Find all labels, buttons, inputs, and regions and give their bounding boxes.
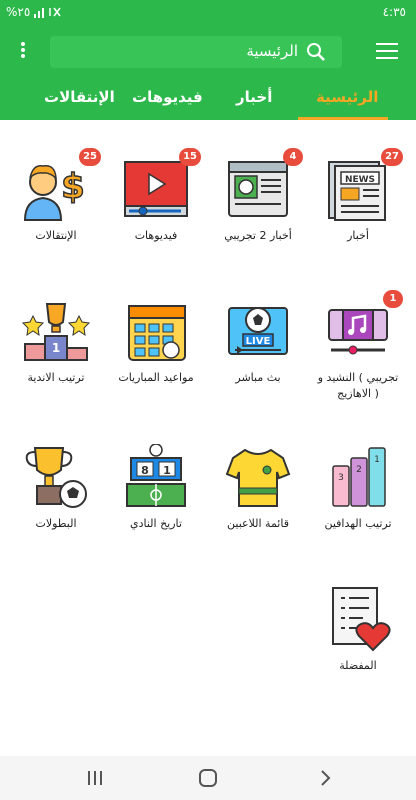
player-money-icon: $ 25 [21,148,101,222]
grid-item-favorites[interactable]: المفضلة [308,586,408,674]
hamburger-menu-icon[interactable] [376,43,398,59]
trophies-label: البطولات [35,517,77,530]
status-time: ٤:٣٥ [382,5,406,19]
videos-badge: 15 [179,148,201,166]
grid-item-live[interactable]: LIVE بث مباشر [208,298,308,386]
svg-text:1: 1 [52,341,60,355]
home-icon[interactable] [193,766,223,790]
search-label: الرئيسية [246,42,298,60]
svg-text:$: $ [61,167,85,207]
live-label: بث مباشر [235,371,281,384]
svg-text:2: 2 [356,465,362,475]
search-bar[interactable]: الرئيسية [50,36,342,68]
calendar-icon [121,298,191,364]
search-icon[interactable] [306,42,326,62]
shirts-ranking-icon: 3 2 1 [323,444,393,510]
transfers-badge: 25 [79,148,101,166]
overflow-menu-icon[interactable] [14,40,32,64]
music-player-icon: 1 [323,290,403,364]
tab-indicator [298,117,388,120]
news-2-label: أخبار 2 تجريبي [224,229,292,242]
video-player-icon: 15 [121,148,201,222]
grid-item-scorers[interactable]: 3 2 1 ترتيب الهدافين [308,444,408,532]
svg-text:LIVE: LIVE [246,336,271,347]
scorers-label: ترتيب الهدافين [324,517,392,530]
tab-news[interactable]: أخبار [236,88,272,106]
podium-icon: 1 [21,298,91,364]
back-icon[interactable] [310,766,340,790]
grid-item-trophies[interactable]: البطولات [6,444,106,532]
battery-text: %٢٥ [6,5,31,19]
news-label: أخبار [347,229,369,242]
grid-item-news-2[interactable]: 4 أخبار 2 تجريبي [208,148,308,244]
svg-text:1: 1 [374,455,380,465]
transfers-label: الإنتقالات [35,229,77,242]
svg-text:8: 8 [141,464,149,477]
scoreboard-icon: 8 1 [121,443,191,510]
app-bar: الرئيسية [0,24,416,80]
svg-text:1: 1 [163,464,171,477]
grid-item-history[interactable]: 8 1 تاريخ النادي [106,443,206,532]
grid-item-transfers[interactable]: $ 25 الإنتقالات [6,148,106,244]
anthem-label: تجريبي ) النشيد و الاهازيج ) [317,371,399,400]
grid-item-matches[interactable]: مواعيد المباريات [106,298,206,386]
favorites-list-icon [323,586,393,652]
tab-bar: الإنتقالات فيديوهات أخبار الرئيسية [0,80,416,120]
trophy-icon [21,444,91,510]
tab-videos[interactable]: فيديوهات [132,88,203,106]
status-icons: %٢٥ [6,5,64,19]
players-label: قائمة اللاعبين [227,517,289,530]
tab-transfers[interactable]: الإنتقالات [44,88,115,106]
history-label: تاريخ النادي [130,517,182,530]
grid-item-anthem[interactable]: 1 تجريبي ) النشيد و الاهازيج ) [308,290,408,402]
svg-text:NEWS: NEWS [345,175,375,185]
svg-text:3: 3 [338,473,344,483]
newspaper-icon: NEWS 27 [323,148,403,222]
news-badge: 27 [381,148,403,166]
anthem-badge: 1 [383,290,403,308]
signal-icon [34,7,61,18]
standings-label: ترتيب الاندية [27,371,85,384]
jersey-icon [223,444,293,510]
grid-item-videos[interactable]: 15 فيديوهات [106,148,206,244]
recent-apps-icon[interactable] [80,766,110,790]
status-bar: %٢٥ ٤:٣٥ [0,0,416,24]
live-tv-icon: LIVE [223,298,293,364]
videos-label: فيديوهات [134,229,178,242]
favorites-label: المفضلة [339,659,377,672]
grid-item-standings[interactable]: 1 ترتيب الاندية [6,298,106,386]
news-2-badge: 4 [283,148,303,166]
web-news-icon: 4 [223,148,303,222]
tab-home[interactable]: الرئيسية [316,88,378,106]
matches-label: مواعيد المباريات [118,371,194,384]
grid-item-players[interactable]: قائمة اللاعبين [208,444,308,532]
system-nav-bar [0,756,416,800]
grid-item-news[interactable]: NEWS 27 أخبار [308,148,408,244]
